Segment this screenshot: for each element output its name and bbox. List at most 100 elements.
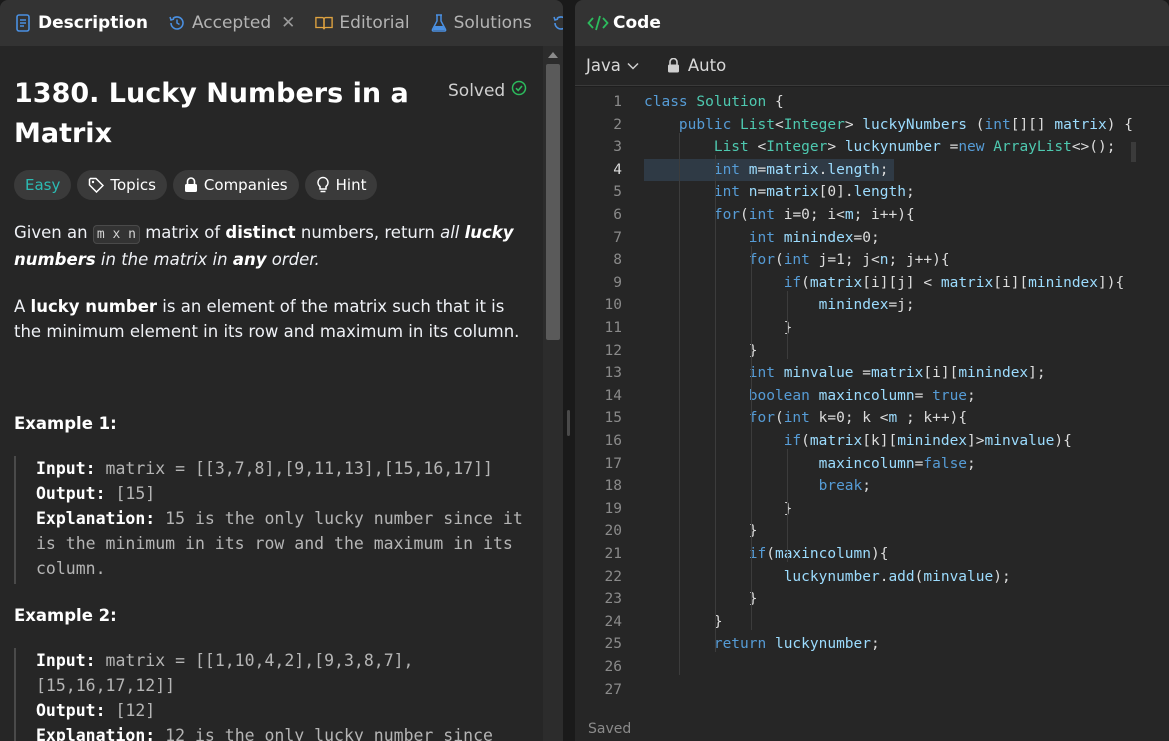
code-line[interactable]: for(int k=0; k <m ; k++){ <box>644 410 967 426</box>
tab-description-label: Description <box>38 13 148 33</box>
language-select[interactable]: Java <box>586 56 639 75</box>
line-number: 8 <box>613 252 622 269</box>
line-number: 16 <box>604 433 622 449</box>
code-line[interactable]: boolean maxincolumn= true; <box>644 388 976 404</box>
tab-submissions[interactable] <box>548 0 563 46</box>
code-line[interactable]: } <box>644 320 793 336</box>
panel-splitter[interactable] <box>563 0 575 741</box>
output-label: Output: <box>36 701 106 720</box>
lock-icon <box>667 58 680 73</box>
auto-mode-toggle[interactable]: Auto <box>667 56 726 75</box>
problem-title: 1380. Lucky Numbers in a Matrix <box>14 78 409 149</box>
input-label: Input: <box>36 459 96 478</box>
tag-icon <box>88 177 105 193</box>
companies-button[interactable]: Companies <box>172 170 299 200</box>
description-scrollbar[interactable] <box>543 46 563 741</box>
line-number: 22 <box>604 568 622 585</box>
editor-status-bar: Saved <box>575 695 1169 741</box>
code-line[interactable]: if(maxincolumn){ <box>644 546 889 562</box>
code-line[interactable]: } <box>644 523 758 539</box>
line-number: 23 <box>604 591 622 608</box>
inline-code: m x n <box>92 225 140 244</box>
indent-guide <box>787 449 788 562</box>
close-icon[interactable]: ✕ <box>281 13 295 33</box>
code-line[interactable]: } <box>644 591 758 607</box>
line-number: 11 <box>604 320 622 336</box>
text: Given an <box>14 223 93 242</box>
code-line[interactable]: } <box>644 614 723 630</box>
lock-icon <box>184 177 198 193</box>
text-italic: order. <box>266 250 320 269</box>
bracket-highlight <box>1131 142 1136 162</box>
difficulty-label: Easy <box>25 176 61 194</box>
line-number: 27 <box>604 681 622 695</box>
code-line[interactable]: int n=matrix[0].length; <box>644 184 915 200</box>
problem-panel: Description Accepted ✕ Editorial Solutio… <box>0 0 563 741</box>
hint-label: Hint <box>335 176 367 194</box>
code-line[interactable]: minindex=j; <box>644 297 915 313</box>
input-value: matrix = [[3,7,8],[9,11,13],[15,16,17]] <box>95 459 493 478</box>
solved-label: Solved <box>448 80 506 101</box>
code-panel-title: Code <box>613 13 661 33</box>
description-paragraph-1: Given an m x n matrix of distinct number… <box>14 220 524 272</box>
text-italic: all <box>440 223 465 242</box>
topics-label: Topics <box>110 176 156 194</box>
explanation-label: Explanation: <box>36 726 156 741</box>
code-line[interactable]: } <box>644 343 758 359</box>
language-label: Java <box>586 56 621 75</box>
code-line[interactable]: if(matrix[k][minindex]>minvalue){ <box>644 433 1072 449</box>
code-line[interactable]: for(int i=0; i<m; i++){ <box>644 207 915 223</box>
text-italic: in the matrix in <box>95 250 233 269</box>
line-number: 12 <box>604 342 622 359</box>
tab-accepted[interactable]: Accepted ✕ <box>164 0 299 46</box>
code-line[interactable]: for(int j=1; j<n; j++){ <box>644 252 950 268</box>
output-value: [15] <box>105 484 156 503</box>
editor-toolbar: Java Auto <box>575 46 1169 86</box>
input-label: Input: <box>36 651 96 670</box>
code-line[interactable]: maxincolumn=false; <box>644 456 976 472</box>
example-1-title: Example 1: <box>14 414 117 433</box>
tab-editorial[interactable]: Editorial <box>311 0 413 46</box>
tab-editorial-label: Editorial <box>339 13 410 33</box>
code-line[interactable]: List <Integer> luckynumber =new ArrayLis… <box>644 139 1116 155</box>
tab-solutions[interactable]: Solutions <box>426 0 536 46</box>
line-number: 24 <box>604 613 622 630</box>
line-number: 6 <box>613 207 622 223</box>
text: numbers, return <box>295 223 441 242</box>
line-number: 5 <box>613 184 622 201</box>
explanation-value: 12 is the only lucky number since <box>155 726 493 741</box>
line-number: 3 <box>613 139 622 156</box>
line-number: 14 <box>604 387 622 404</box>
tab-description[interactable]: Description <box>10 0 152 46</box>
description-paragraph-2: A lucky number is an element of the matr… <box>14 294 524 344</box>
hint-button[interactable]: Hint <box>304 170 378 200</box>
code-line[interactable]: if(matrix[i][j] < matrix[i][minindex]){ <box>644 275 1125 291</box>
example-2-block: Input: matrix = [[1,10,4,2],[9,3,8,7],[1… <box>14 648 534 741</box>
code-icon <box>587 14 609 32</box>
code-line[interactable]: int m=matrix.length; <box>644 162 889 178</box>
code-panel-header: Code <box>575 0 1169 46</box>
code-editor[interactable]: 1 2 3 4 5 6 7 8 9 10 11 12 13 14 15 16 17 18 19 20 21 22 23 24 2… <box>575 87 1169 695</box>
topics-button[interactable]: Topics <box>77 170 167 200</box>
text-bold: distinct <box>225 223 296 242</box>
companies-label: Companies <box>203 176 288 194</box>
example-1-block: Input: matrix = [[3,7,8],[9,11,13],[15,1… <box>14 456 534 584</box>
explanation-label: Explanation: <box>36 509 156 528</box>
code-line[interactable]: int minvalue =matrix[i][minindex]; <box>644 365 1046 381</box>
history-icon <box>552 14 563 32</box>
code-line[interactable]: public List<Integer> luckyNumbers (int[]… <box>644 117 1133 133</box>
line-number: 15 <box>604 410 622 427</box>
scroll-up-arrow-icon[interactable] <box>548 52 558 58</box>
scroll-thumb[interactable] <box>546 64 560 340</box>
document-icon <box>14 14 32 32</box>
line-number: 18 <box>604 478 622 495</box>
code-line[interactable]: } <box>644 501 793 517</box>
code-line[interactable]: luckynumber.add(minvalue); <box>644 569 1011 585</box>
auto-mode-label: Auto <box>687 56 727 75</box>
splitter-grip[interactable] <box>567 410 570 436</box>
code-line[interactable]: class Solution { <box>644 94 784 110</box>
indent-guide <box>679 132 680 675</box>
difficulty-badge: Easy <box>14 170 72 200</box>
problem-tags: Easy Topics Companies Hint <box>14 170 378 200</box>
example-2-title: Example 2: <box>14 606 117 625</box>
